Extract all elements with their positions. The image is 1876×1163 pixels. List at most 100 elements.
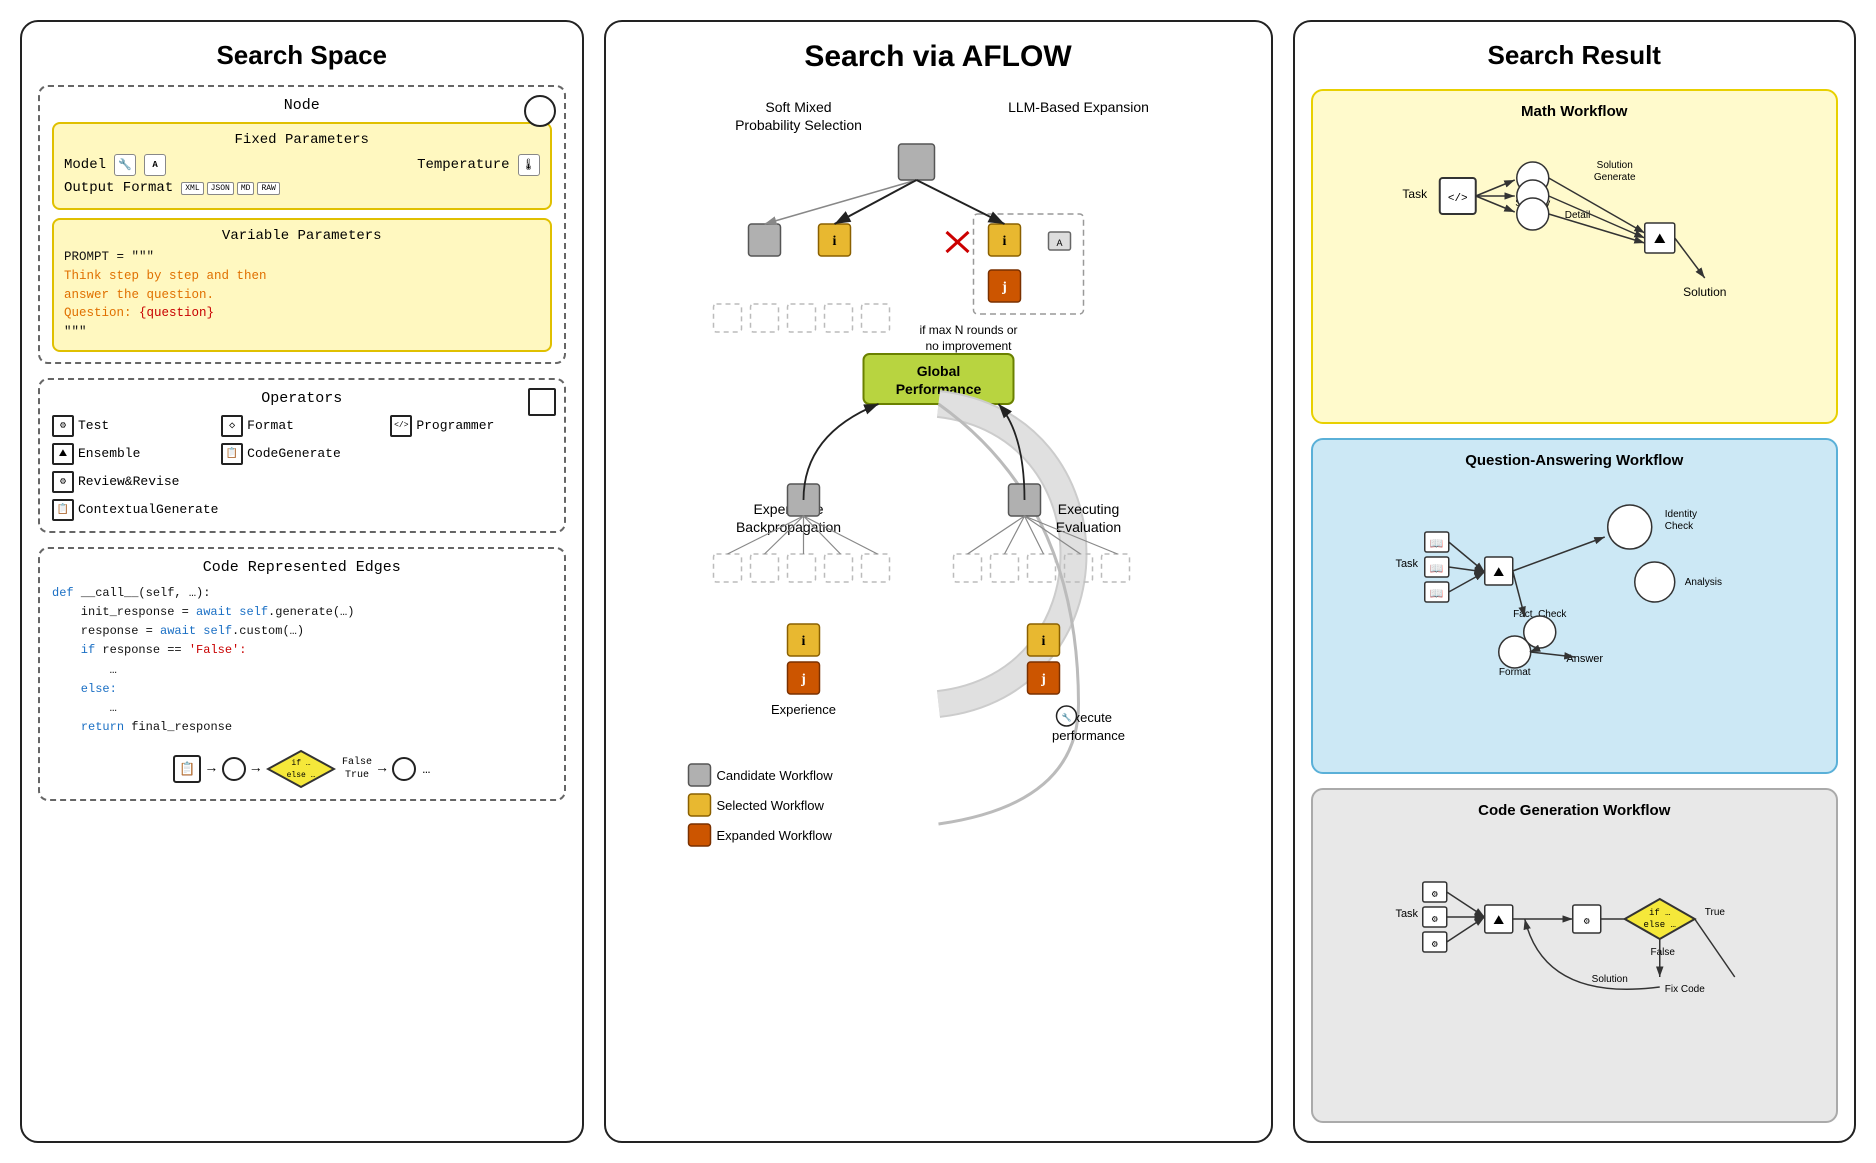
svg-text:Performance: Performance — [895, 381, 981, 397]
node-section-title: Node — [52, 97, 552, 114]
fmt-json: JSON — [207, 182, 234, 195]
svg-text:Candidate Workflow: Candidate Workflow — [716, 768, 833, 783]
op-test: ⚙ Test — [52, 415, 213, 437]
fixed-params-box: Fixed Parameters Model 🔧 A Temperature 🌡… — [52, 122, 552, 210]
code-flow-diagram: 📋 → → if … else … False True → … — [52, 749, 552, 789]
svg-text:no improvement: no improvement — [925, 339, 1012, 353]
svg-text:i: i — [801, 634, 805, 649]
svg-text:Solution: Solution — [1591, 974, 1627, 985]
model-row: Model 🔧 A Temperature 🌡 — [64, 154, 540, 176]
fmt-xml: XML — [181, 182, 203, 195]
math-workflow-title: Math Workflow — [1325, 103, 1825, 120]
code-gen-workflow-title: Code Generation Workflow — [1325, 802, 1825, 819]
operator-square — [528, 388, 556, 416]
svg-text:⛰: ⛰ — [1493, 913, 1504, 928]
temperature-label: Temperature — [417, 157, 509, 173]
svg-text:</>: </> — [1447, 193, 1467, 205]
op-format: ◇ Format — [221, 415, 382, 437]
fixed-params-title: Fixed Parameters — [64, 132, 540, 148]
true-label: True — [345, 770, 369, 781]
op-review: ⚙ Review&Revise — [52, 471, 552, 493]
svg-text:j: j — [1001, 280, 1007, 295]
svg-text:i: i — [832, 234, 836, 249]
svg-text:Expanded Workflow: Expanded Workflow — [716, 828, 832, 843]
prompt-line1: Think step by step and then — [64, 269, 267, 283]
operators-grid: ⚙ Test ◇ Format </> Programmer ⛰ Ensembl… — [52, 415, 552, 521]
contextual-icon: 📋 — [52, 499, 74, 521]
svg-text:Task: Task — [1402, 187, 1428, 201]
left-panel: Search Space Node Fixed Parameters Model… — [20, 20, 584, 1143]
right-panel: Search Result Math Workflow Task </> Sim… — [1293, 20, 1857, 1143]
qa-workflow-card: Question-Answering Workflow Task 📖 📖 📖 ⛰ — [1311, 438, 1839, 773]
arrow1: → — [207, 761, 215, 777]
output-format-label: Output Format — [64, 180, 173, 196]
temp-icon: 🌡 — [518, 154, 540, 176]
svg-text:Executing: Executing — [1057, 501, 1118, 517]
svg-text:📖: 📖 — [1429, 588, 1443, 601]
right-title: Search Result — [1311, 40, 1839, 71]
svg-text:Check: Check — [1664, 521, 1693, 532]
code-block: def __call__(self, …): init_response = a… — [52, 584, 552, 738]
svg-text:False: False — [1650, 947, 1675, 958]
code-section: Code Represented Edges def __call__(self… — [38, 547, 566, 802]
svg-text:Analysis: Analysis — [1684, 577, 1721, 588]
format-icon: ◇ — [221, 415, 243, 437]
op-contextual-label: ContextualGenerate — [78, 502, 218, 517]
prompt-line3: Question: — [64, 306, 139, 320]
openai-icon: 🔧 — [114, 154, 136, 176]
svg-text:j: j — [800, 672, 806, 687]
output-format-row: Output Format XML JSON MD RAW — [64, 180, 540, 196]
svg-text:Soft Mixed: Soft Mixed — [765, 99, 831, 115]
op-test-label: Test — [78, 418, 109, 433]
ensemble-icon: ⛰ — [52, 443, 74, 465]
code-gen-workflow-card: Code Generation Workflow Task ⚙ ⚙ ⚙ ⛰ — [1311, 788, 1839, 1123]
middle-title: Search via AFLOW — [622, 40, 1255, 74]
code-diag-sq: 📋 — [173, 755, 201, 783]
node-circle — [524, 95, 556, 127]
prompt-var: {question} — [139, 306, 214, 320]
test-icon: ⚙ — [52, 415, 74, 437]
middle-panel: Search via AFLOW Soft Mixed Probability … — [604, 20, 1273, 1143]
op-codegen-label: CodeGenerate — [247, 446, 341, 461]
svg-text:Selected Workflow: Selected Workflow — [716, 798, 824, 813]
review-icon: ⚙ — [52, 471, 74, 493]
prompt-code: PROMPT = """ Think step by step and then… — [64, 248, 540, 342]
svg-text:🔧: 🔧 — [1061, 712, 1071, 723]
code-section-title: Code Represented Edges — [52, 559, 552, 576]
svg-text:LLM-Based Expansion: LLM-Based Expansion — [1008, 99, 1149, 115]
codegen-icon: 📋 — [221, 443, 243, 465]
op-contextual: 📋 ContextualGenerate — [52, 499, 552, 521]
format-icons: XML JSON MD RAW — [181, 182, 280, 195]
var-title: Variable Parameters — [64, 228, 540, 244]
math-workflow-svg: Task </> Simplify Refine Detail Solution… — [1325, 128, 1825, 328]
svg-text:⚙: ⚙ — [1430, 940, 1437, 951]
op-ensemble-label: Ensemble — [78, 446, 140, 461]
operators-section: Operators ⚙ Test ◇ Format </> Programmer… — [38, 378, 566, 533]
svg-text:Experience: Experience — [770, 702, 835, 717]
svg-text:i: i — [1041, 634, 1045, 649]
svg-text:⚙: ⚙ — [1582, 917, 1589, 928]
variable-params-box: Variable Parameters PROMPT = """ Think s… — [52, 218, 552, 352]
svg-text:Generate: Generate — [1593, 172, 1635, 183]
op-review-label: Review&Revise — [78, 474, 179, 489]
fmt-raw: RAW — [257, 182, 279, 195]
svg-text:Probability Selection: Probability Selection — [735, 117, 862, 133]
op-format-label: Format — [247, 418, 294, 433]
svg-text:A: A — [1056, 238, 1062, 248]
svg-text:⛰: ⛰ — [1653, 232, 1665, 248]
svg-text:if …: if … — [1648, 908, 1670, 918]
svg-text:True: True — [1704, 907, 1725, 918]
svg-text:Answer: Answer — [1566, 653, 1603, 665]
svg-text:Identity: Identity — [1664, 509, 1696, 520]
left-title: Search Space — [38, 40, 566, 71]
code-gen-workflow-svg: Task ⚙ ⚙ ⚙ ⛰ ⚙ if … else … — [1325, 827, 1825, 1027]
svg-text:Fix Code: Fix Code — [1664, 984, 1704, 995]
programmer-icon: </> — [390, 415, 412, 437]
svg-text:⚙: ⚙ — [1430, 890, 1437, 901]
operators-title: Operators — [52, 390, 552, 407]
svg-text:i: i — [1002, 234, 1006, 249]
svg-text:Solution: Solution — [1683, 285, 1726, 299]
code-diag-circle1 — [222, 757, 246, 781]
fmt-md: MD — [237, 182, 255, 195]
svg-text:Format: Format — [1498, 667, 1530, 677]
